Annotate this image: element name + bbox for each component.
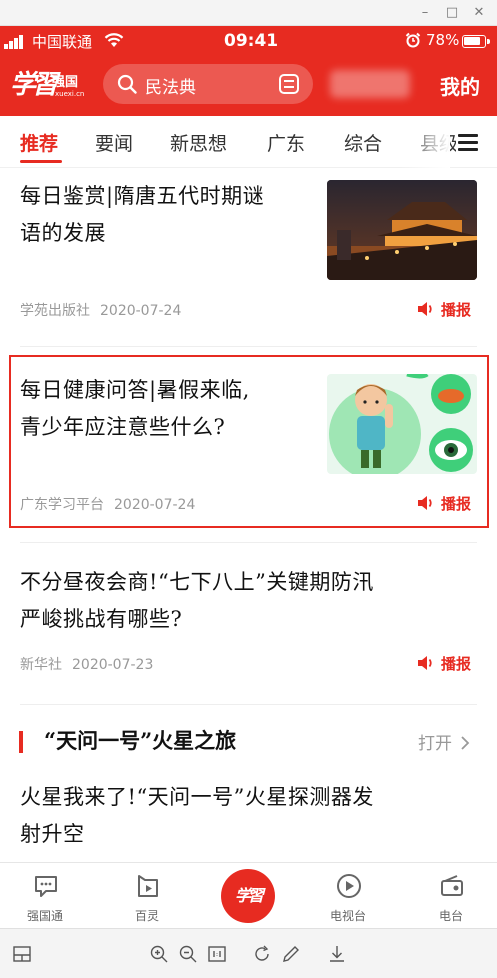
article-thumbnail [327, 180, 477, 280]
section-open-link[interactable]: 打开 [418, 729, 470, 754]
xuexi-center-icon: 学習 [234, 886, 264, 905]
tab-news[interactable]: 要闻 [95, 129, 133, 156]
channel-tabs: 推荐 要闻 新思想 广东 综合 县级 [0, 116, 497, 168]
wifi-icon [104, 33, 124, 47]
bottom-nav: 强国通 百灵 学習 电视台 电台 [0, 862, 497, 928]
minimize-button[interactable]: – [416, 4, 434, 22]
logo-domain: xuexi.cn [55, 90, 85, 98]
article-meta: 新华社 2020-07-23 [20, 654, 153, 674]
article-source: 学苑出版社 [20, 303, 90, 319]
xuexi-center-button[interactable]: 学習 [221, 869, 275, 923]
actual-size-icon[interactable] [207, 944, 227, 964]
logo-mark: 学習 [10, 70, 58, 100]
play-audio-button[interactable]: 播报 [417, 653, 471, 674]
scan-icon[interactable] [279, 74, 299, 94]
radio-icon [441, 875, 463, 896]
section-title: “天问一号”火星之旅 [44, 728, 237, 753]
bailing-icon [138, 875, 158, 897]
logo-text: 强国 [52, 75, 79, 90]
article-meta: 学苑出版社 2020-07-24 [20, 300, 181, 320]
close-button[interactable]: ✕ [470, 4, 488, 22]
carrier-label: 中国联通 [32, 33, 93, 51]
status-bar: 中国联通 09:41 78% [0, 26, 497, 56]
battery-percent: 78% [426, 31, 460, 49]
zoom-in-icon[interactable] [149, 944, 169, 964]
search-bar[interactable]: 民法典 [103, 64, 313, 104]
tab-new-thought[interactable]: 新思想 [170, 129, 227, 156]
search-query: 民法典 [145, 78, 196, 98]
article-title[interactable]: 火星我来了!“天问一号”火星探测器发 射升空 [20, 779, 374, 853]
play-circle-icon [337, 874, 361, 898]
zoom-out-icon[interactable] [178, 944, 198, 964]
app-header: 中国联通 09:41 78% 学習 强国 xuexi.cn 民法典 我的 [0, 26, 497, 116]
speaker-icon [417, 656, 432, 670]
chat-icon [35, 876, 57, 897]
tab-guangdong[interactable]: 广东 [267, 129, 305, 156]
article-date: 2020-07-24 [100, 303, 182, 319]
alarm-icon [405, 32, 421, 48]
clock-time: 09:41 [224, 31, 279, 51]
tab-general[interactable]: 综合 [344, 129, 382, 156]
mine-button[interactable]: 我的 [440, 71, 480, 100]
section-marker [19, 731, 23, 753]
selection-highlight [9, 355, 489, 528]
speaker-icon [417, 302, 432, 316]
layout-icon[interactable] [12, 944, 32, 964]
article-card[interactable]: 每日鉴赏|隋唐五代时期谜 语的发展 学苑出版社 2020-07-24 播报 [0, 168, 497, 344]
nav-item-tv[interactable]: 电视台 [308, 863, 388, 929]
rotate-icon[interactable] [252, 944, 272, 964]
active-tab-indicator [20, 160, 62, 163]
edit-icon[interactable] [281, 944, 301, 964]
article-date: 2020-07-23 [72, 657, 154, 673]
nav-item-bailing[interactable]: 百灵 [107, 863, 187, 929]
article-card[interactable]: 不分昼夜会商!“七下八上”关键期防汛 严峻挑战有哪些? 新华社 2020-07-2… [0, 556, 497, 696]
blurred-score [330, 70, 410, 98]
tab-recommend[interactable]: 推荐 [20, 129, 58, 156]
article-source: 新华社 [20, 657, 62, 673]
viewer-toolbar [0, 928, 497, 978]
search-icon [117, 74, 137, 94]
nav-item-radio[interactable]: 电台 [411, 863, 491, 929]
article-title: 每日鉴赏|隋唐五代时期谜 语的发展 [20, 184, 265, 245]
battery-icon [462, 35, 490, 48]
window-titlebar: – □ ✕ [0, 0, 497, 26]
signal-icon [4, 35, 28, 49]
download-icon[interactable] [327, 944, 347, 964]
play-audio-button[interactable]: 播报 [417, 299, 471, 320]
chevron-right-icon [461, 736, 470, 750]
article-title: 不分昼夜会商!“七下八上”关键期防汛 严峻挑战有哪些? [20, 570, 374, 631]
maximize-button[interactable]: □ [443, 4, 461, 22]
app-logo[interactable]: 学習 强国 xuexi.cn [10, 64, 90, 104]
nav-item-qiangguotong[interactable]: 强国通 [5, 863, 85, 929]
menu-icon[interactable] [456, 130, 480, 154]
